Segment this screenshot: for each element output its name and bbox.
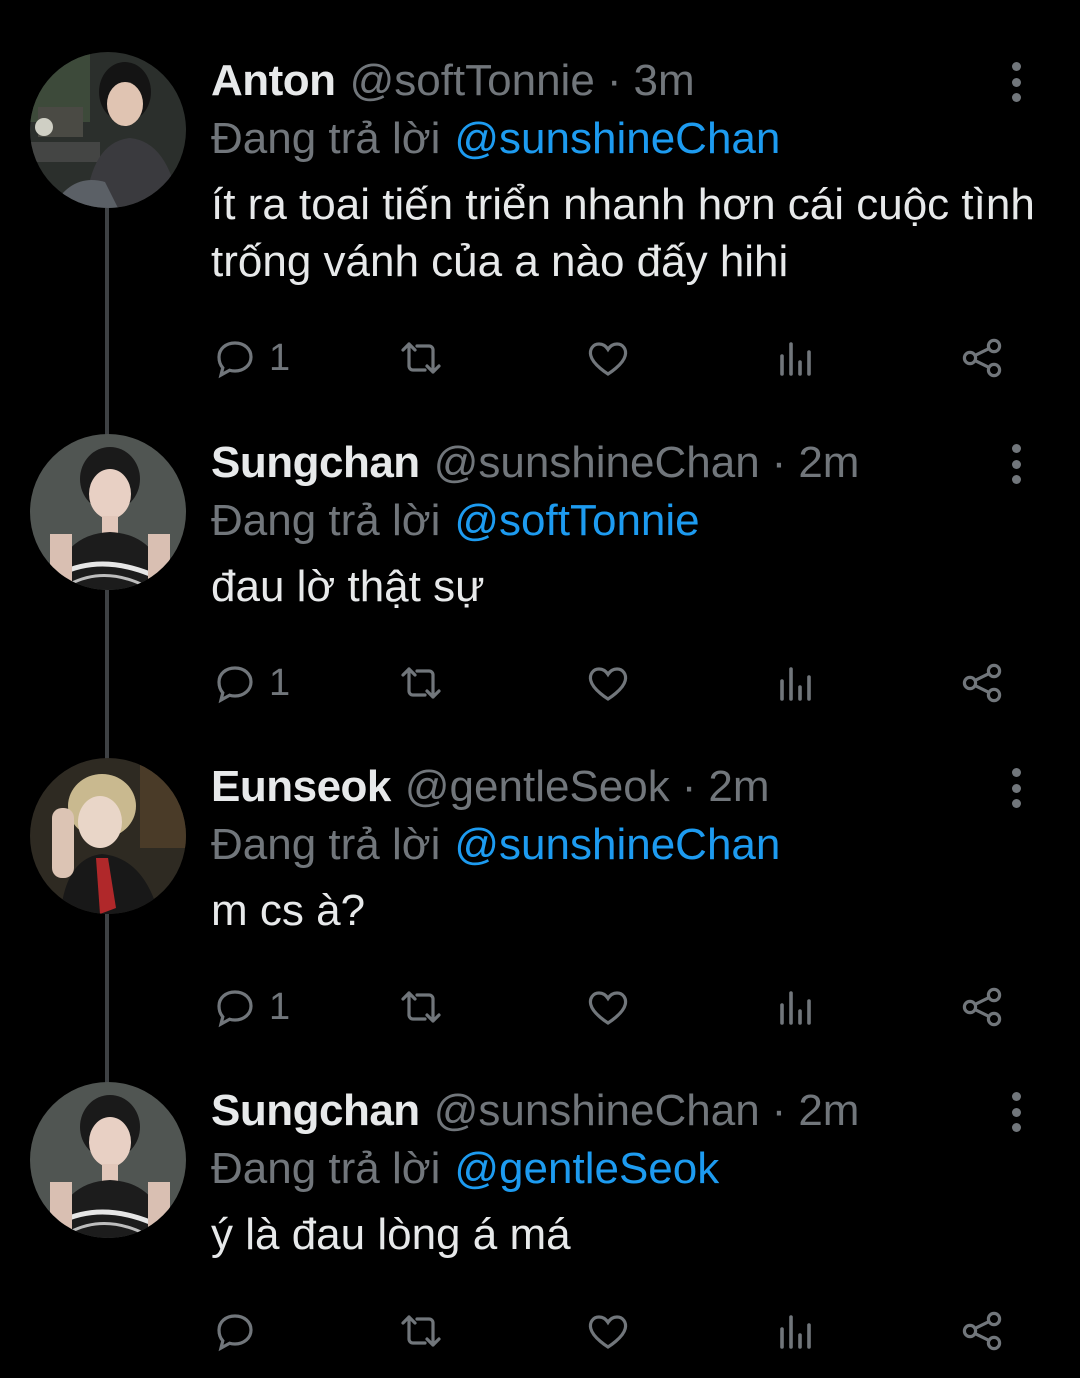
reply-mention-link[interactable]: @gentleSeok	[454, 1144, 719, 1194]
retweet-button[interactable]	[397, 1306, 445, 1356]
timestamp[interactable]: 2m	[798, 1086, 859, 1136]
like-icon	[588, 1315, 628, 1349]
share-icon	[962, 1311, 1002, 1351]
retweet-button[interactable]	[397, 333, 445, 383]
tweet-text: ý là đau lòng á má	[211, 1210, 571, 1259]
timestamp[interactable]: 2m	[798, 438, 859, 488]
share-icon	[962, 987, 1002, 1027]
tweet-text: đau lờ thật sự	[211, 562, 485, 611]
tweet-actions: 1	[211, 658, 1041, 708]
reply-count: 1	[269, 336, 291, 379]
avatar[interactable]	[30, 758, 186, 914]
reply-prefix: Đang trả lời	[211, 820, 441, 869]
tweet-text: ít ra toai tiến triển nhanh hơn cái cuộc…	[211, 180, 1035, 286]
share-icon	[962, 663, 1002, 703]
share-button[interactable]	[958, 982, 1006, 1032]
more-icon[interactable]	[1000, 1092, 1032, 1132]
more-icon[interactable]	[1000, 768, 1032, 808]
like-icon	[588, 342, 628, 376]
reply-icon	[217, 666, 253, 704]
share-button[interactable]	[958, 333, 1006, 383]
reply-button[interactable]: 1	[211, 658, 290, 708]
like-icon	[588, 667, 628, 701]
separator-dot: ·	[771, 438, 787, 487]
more-icon[interactable]	[1000, 62, 1032, 102]
reply-count: 1	[269, 661, 291, 704]
user-handle[interactable]: @gentleSeok	[405, 762, 670, 812]
reply-mention-link[interactable]: @sunshineChan	[454, 114, 780, 164]
avatar[interactable]	[30, 52, 186, 208]
reply-context: Đang trả lời @sunshineChan	[211, 816, 1041, 874]
reply-thread: Anton @softTonnie · 3m Đang trả lời @sun…	[0, 0, 1080, 1378]
display-name[interactable]: Eunseok	[211, 762, 391, 812]
retweet-icon	[401, 667, 441, 699]
reply-prefix: Đang trả lời	[211, 1144, 441, 1193]
like-button[interactable]	[584, 333, 632, 383]
reply-button[interactable]: 1	[211, 333, 290, 383]
like-button[interactable]	[584, 982, 632, 1032]
reply-context: Đang trả lời @sunshineChan	[211, 110, 1041, 168]
reply-mention-link[interactable]: @softTonnie	[454, 496, 699, 546]
thread-connector	[105, 208, 109, 436]
avatar[interactable]	[30, 1082, 186, 1238]
retweet-icon	[401, 342, 441, 374]
views-button[interactable]	[772, 982, 820, 1032]
reply-icon	[217, 341, 253, 379]
separator-dot: ·	[681, 762, 697, 811]
reply-prefix: Đang trả lời	[211, 496, 441, 545]
reply-context: Đang trả lời @gentleSeok	[211, 1140, 1041, 1198]
more-icon[interactable]	[1000, 444, 1032, 484]
views-icon	[780, 1315, 811, 1349]
timestamp[interactable]: 2m	[708, 762, 769, 812]
reply-icon	[217, 1314, 253, 1352]
tweet-actions	[211, 1306, 1041, 1356]
views-button[interactable]	[772, 333, 820, 383]
timestamp[interactable]: 3m	[633, 56, 694, 106]
tweet-actions: 1	[211, 333, 1041, 383]
views-icon	[780, 991, 811, 1025]
like-button[interactable]	[584, 658, 632, 708]
user-handle[interactable]: @softTonnie	[350, 56, 595, 106]
user-handle[interactable]: @sunshineChan	[434, 1086, 760, 1136]
retweet-icon	[401, 991, 441, 1023]
reply-count: 1	[269, 985, 291, 1028]
retweet-icon	[401, 1315, 441, 1347]
like-button[interactable]	[584, 1306, 632, 1356]
reply-mention-link[interactable]: @sunshineChan	[454, 820, 780, 870]
share-button[interactable]	[958, 658, 1006, 708]
retweet-button[interactable]	[397, 982, 445, 1032]
share-icon	[962, 338, 1002, 378]
views-button[interactable]	[772, 658, 820, 708]
views-icon	[780, 342, 811, 376]
display-name[interactable]: Sungchan	[211, 1086, 420, 1136]
separator-dot: ·	[771, 1086, 787, 1135]
reply-button[interactable]: 1	[211, 982, 290, 1032]
reply-icon	[217, 990, 253, 1028]
reply-context: Đang trả lời @softTonnie	[211, 492, 1041, 550]
display-name[interactable]: Sungchan	[211, 438, 420, 488]
tweet-text: m cs à?	[211, 886, 366, 935]
reply-prefix: Đang trả lời	[211, 114, 441, 163]
views-button[interactable]	[772, 1306, 820, 1356]
views-icon	[780, 667, 811, 701]
tweet-actions: 1	[211, 982, 1041, 1032]
user-handle[interactable]: @sunshineChan	[434, 438, 760, 488]
separator-dot: ·	[606, 56, 622, 105]
thread-connector	[105, 590, 109, 760]
display-name[interactable]: Anton	[211, 56, 336, 106]
thread-connector	[105, 914, 109, 1084]
share-button[interactable]	[958, 1306, 1006, 1356]
avatar[interactable]	[30, 434, 186, 590]
like-icon	[588, 991, 628, 1025]
retweet-button[interactable]	[397, 658, 445, 708]
reply-button[interactable]	[211, 1306, 269, 1356]
